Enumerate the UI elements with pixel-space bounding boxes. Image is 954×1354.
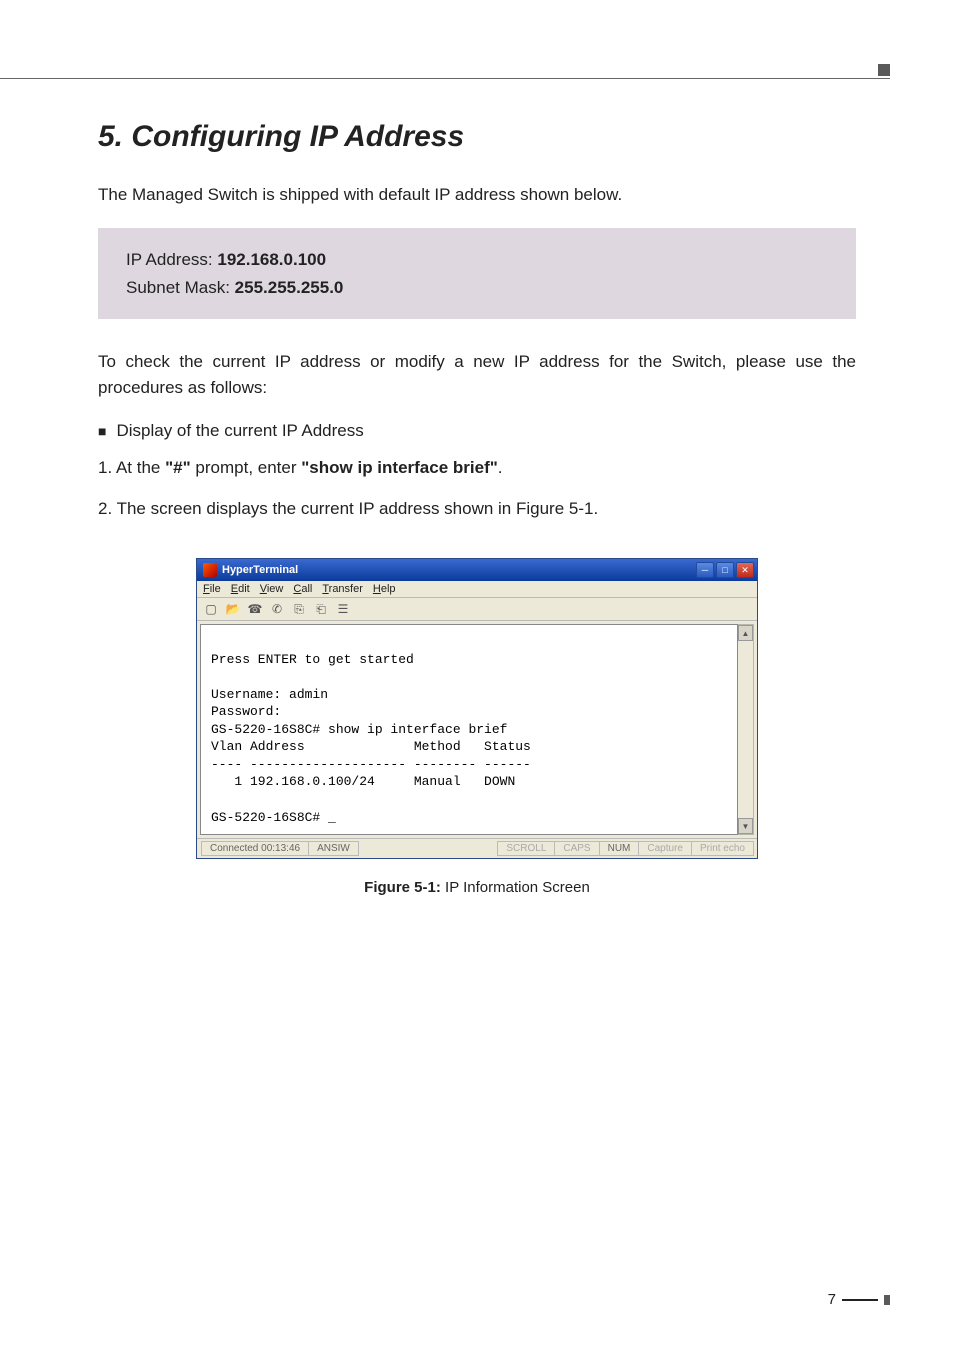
page-number-wrap: 7: [828, 1291, 890, 1308]
status-mode: ANSIW: [308, 841, 359, 856]
close-button[interactable]: ✕: [736, 562, 754, 578]
scroll-up-icon[interactable]: ▲: [738, 625, 753, 641]
scrollbar[interactable]: ▲ ▼: [738, 624, 754, 835]
status-scroll: SCROLL: [497, 841, 555, 856]
receive-icon[interactable]: ⎗: [313, 601, 329, 617]
figure-caption: Figure 5-1: IP Information Screen: [98, 879, 856, 896]
window-controls: ─ □ ✕: [696, 562, 754, 578]
header-rule: [0, 78, 890, 79]
hyperterminal-window: HyperTerminal ─ □ ✕ File Edit View Call …: [196, 558, 758, 859]
subnet-mask-label: Subnet Mask:: [126, 278, 235, 297]
page-bar-icon: [842, 1299, 878, 1301]
ip-info-box: IP Address: 192.168.0.100 Subnet Mask: 2…: [98, 228, 856, 318]
ip-address-label: IP Address:: [126, 250, 217, 269]
step1-hash: "#": [165, 458, 191, 477]
figure-container: HyperTerminal ─ □ ✕ File Edit View Call …: [98, 558, 856, 859]
bullet-square-icon: ■: [98, 423, 106, 439]
subnet-mask-value: 255.255.255.0: [235, 278, 344, 297]
menu-edit[interactable]: Edit: [231, 583, 250, 595]
terminal-area: Press ENTER to get started Username: adm…: [197, 621, 757, 838]
ip-address-value: 192.168.0.100: [217, 250, 326, 269]
status-num: NUM: [599, 841, 640, 856]
window-titlebar: HyperTerminal ─ □ ✕: [197, 559, 757, 581]
page-number: 7: [828, 1291, 836, 1308]
step1-command: "show ip interface brief": [301, 458, 498, 477]
step1-text-mid: prompt, enter: [191, 458, 302, 477]
menu-file[interactable]: File: [203, 583, 221, 595]
ip-address-line: IP Address: 192.168.0.100: [126, 246, 828, 273]
bullet-text: Display of the current IP Address: [116, 421, 363, 441]
page-content: 5. Configuring IP Address The Managed Sw…: [0, 0, 954, 896]
page-end-marker: [884, 1295, 890, 1305]
open-icon[interactable]: 📂: [225, 601, 241, 617]
new-icon[interactable]: ▢: [203, 601, 219, 617]
step1-text-post: .: [498, 458, 503, 477]
figure-caption-label: Figure 5-1:: [364, 879, 441, 896]
menu-help[interactable]: Help: [373, 583, 396, 595]
titlebar-left: HyperTerminal: [203, 563, 298, 577]
app-icon: [203, 563, 217, 577]
send-icon[interactable]: ⎘: [291, 601, 307, 617]
step-1: 1. At the "#" prompt, enter "show ip int…: [98, 455, 856, 481]
status-printecho: Print echo: [691, 841, 754, 856]
minimize-button[interactable]: ─: [696, 562, 714, 578]
subnet-mask-line: Subnet Mask: 255.255.255.0: [126, 274, 828, 301]
bullet-display-ip: ■ Display of the current IP Address: [98, 421, 856, 441]
menu-view[interactable]: View: [260, 583, 284, 595]
step-2: 2. The screen displays the current IP ad…: [98, 496, 856, 522]
maximize-button[interactable]: □: [716, 562, 734, 578]
call-icon[interactable]: ☎: [247, 601, 263, 617]
window-title: HyperTerminal: [222, 564, 298, 576]
terminal-output[interactable]: Press ENTER to get started Username: adm…: [200, 624, 738, 835]
intro-paragraph: The Managed Switch is shipped with defau…: [98, 182, 856, 208]
step1-text-pre: 1. At the: [98, 458, 165, 477]
disconnect-icon[interactable]: ✆: [269, 601, 285, 617]
status-connected: Connected 00:13:46: [201, 841, 309, 856]
page-corner-marker: [878, 64, 890, 76]
properties-icon[interactable]: ☰: [335, 601, 351, 617]
status-capture: Capture: [638, 841, 692, 856]
menu-transfer[interactable]: Transfer: [322, 583, 363, 595]
toolbar: ▢ 📂 ☎ ✆ ⎘ ⎗ ☰: [197, 598, 757, 621]
status-caps: CAPS: [554, 841, 599, 856]
menu-call[interactable]: Call: [293, 583, 312, 595]
scroll-down-icon[interactable]: ▼: [738, 818, 753, 834]
section-heading: 5. Configuring IP Address: [98, 120, 856, 154]
procedure-intro: To check the current IP address or modif…: [98, 349, 856, 402]
status-bar: Connected 00:13:46 ANSIW SCROLL CAPS NUM…: [197, 838, 757, 858]
figure-caption-text: IP Information Screen: [441, 879, 590, 896]
menu-bar: File Edit View Call Transfer Help: [197, 581, 757, 598]
